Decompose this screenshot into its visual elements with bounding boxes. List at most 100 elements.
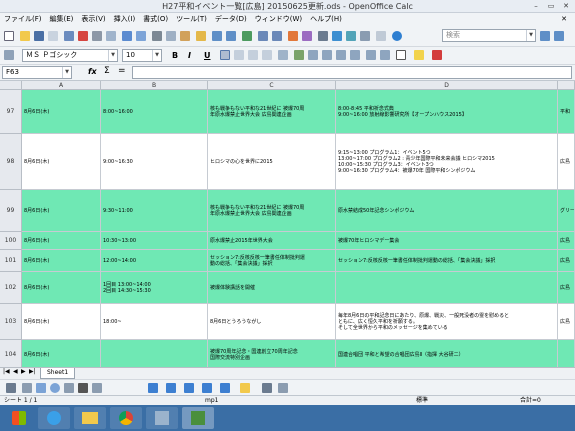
cell-c[interactable]: 核も戦争もない平和な21世紀に 被爆70周 年原水爆禁止世界大会 広島関連企画 [208, 190, 336, 232]
menu-window[interactable]: ウィンドウ(W) [251, 13, 306, 25]
cell-c[interactable]: 被爆70周年記念・国連創立70周年記念 国際交流特別企画 [208, 340, 336, 367]
sum-icon[interactable]: Σ [104, 66, 110, 76]
taskbar-chrome[interactable] [110, 407, 142, 429]
font-color-icon[interactable] [432, 50, 442, 60]
cell-d[interactable]: セッション7:反核反核一筆書任体制批判運動の総括、「集会決議」採択 [336, 250, 558, 272]
font-size-box[interactable]: 10 ▼ [122, 49, 162, 62]
cell-b[interactable]: 8:00~16:00 [101, 90, 208, 134]
cell-a[interactable]: 8月6日(木) [22, 232, 101, 250]
cell-c[interactable]: セッション7:反核反核一筆書任体制批判運 動の総括、「集会決議」採択 [208, 250, 336, 272]
menu-view[interactable]: 表示(V) [77, 13, 109, 25]
help-icon[interactable] [392, 31, 402, 41]
align-right-icon[interactable] [248, 50, 258, 60]
flowchart-icon[interactable] [202, 383, 212, 393]
autospell-icon[interactable] [136, 31, 146, 41]
background-color-icon[interactable] [414, 50, 424, 60]
cell-e[interactable]: 広島 [558, 250, 575, 272]
new-document-icon[interactable] [4, 31, 14, 41]
decrease-indent-icon[interactable] [366, 50, 376, 60]
cell-a[interactable]: 8月6日(木) [22, 90, 101, 134]
merge-cells-icon[interactable] [278, 50, 288, 60]
chart-icon[interactable] [288, 31, 298, 41]
borders-icon[interactable] [396, 50, 406, 60]
italic-button[interactable]: I [188, 49, 191, 62]
print-icon[interactable] [92, 31, 102, 41]
row-header[interactable]: 100 [0, 232, 22, 250]
column-header-a[interactable]: A [22, 81, 101, 90]
maximize-button[interactable]: ▭ [544, 1, 558, 11]
cell-e[interactable]: 広島 [558, 304, 575, 340]
delete-decimal-icon[interactable] [350, 50, 360, 60]
text-icon[interactable] [78, 383, 88, 393]
menu-data[interactable]: データ(D) [211, 13, 251, 25]
row-header[interactable]: 97 [0, 90, 22, 134]
cell-d[interactable]: 9:15~13:00 プログラム1：イベント5つ 13:00~17:00 プログ… [336, 134, 558, 190]
styles-icon[interactable] [4, 50, 14, 60]
basic-shapes-icon[interactable] [148, 383, 158, 393]
menu-file[interactable]: ファイル(F) [0, 13, 46, 25]
menu-help[interactable]: ヘルプ(H) [306, 13, 346, 25]
menu-edit[interactable]: 編集(E) [46, 13, 78, 25]
standard-format-icon[interactable] [322, 50, 332, 60]
close-button[interactable]: ✕ [559, 1, 573, 11]
cell-c[interactable]: 核も戦争もない平和な21世紀に 被爆70周 年原水爆禁止世界大会 広島関連企画 [208, 90, 336, 134]
cut-icon[interactable] [152, 31, 162, 41]
cell-a[interactable]: 8月6日(木) [22, 272, 101, 304]
select-arrow-icon[interactable] [6, 383, 16, 393]
symbol-shapes-icon[interactable] [166, 383, 176, 393]
redo-icon[interactable] [226, 31, 236, 41]
cell-c[interactable]: ヒロシマの心を世界に2015 [208, 134, 336, 190]
cell-b[interactable]: 18:00~ [101, 304, 208, 340]
row-header[interactable]: 98 [0, 134, 22, 190]
row-header[interactable]: 101 [0, 250, 22, 272]
align-center-icon[interactable] [234, 50, 244, 60]
menu-insert[interactable]: 挿入(I) [110, 13, 140, 25]
formula-input[interactable] [132, 66, 572, 79]
data-sources-icon[interactable] [360, 31, 370, 41]
cell-c[interactable]: 原水爆禁止2015年世界大会 [208, 232, 336, 250]
page-preview-icon[interactable] [106, 31, 116, 41]
cell-d[interactable]: 国連合唱団 平和と希望の合唱団広島Ⅱ（指揮 大谷研二） [336, 340, 558, 367]
column-header-d[interactable]: D [336, 81, 558, 90]
function-icon[interactable]: = [118, 66, 126, 76]
cell-a[interactable]: 8月6日(木) [22, 190, 101, 232]
cell-a[interactable]: 8月6日(木) [22, 250, 101, 272]
clone-formatting-icon[interactable] [196, 31, 206, 41]
stars-icon[interactable] [240, 383, 250, 393]
column-header-c[interactable]: C [208, 81, 336, 90]
cell-b[interactable]: 1回目 13:00~14:00 2回目 14:30~15:30 [101, 272, 208, 304]
block-arrows-icon[interactable] [184, 383, 194, 393]
line-icon[interactable] [22, 383, 32, 393]
column-header-b[interactable]: B [101, 81, 208, 90]
paste-icon[interactable] [180, 31, 190, 41]
cell-e[interactable]: グリー [558, 190, 575, 232]
cell-d[interactable]: 8:00-8:45 平和祈念式典 9:00~16:00 放射線影響研究所【オープ… [336, 90, 558, 134]
cell-d[interactable]: 毎年8月6日の平和記念日にあたり、原爆、戦災、一般死没者の霊を慰めると ともに、… [336, 304, 558, 340]
underline-button[interactable]: U [204, 49, 211, 62]
taskbar-explorer[interactable] [74, 407, 106, 429]
cell-b[interactable]: 9:00~16:30 [101, 134, 208, 190]
name-box[interactable]: F63 ▼ [2, 66, 72, 79]
rectangle-icon[interactable] [36, 383, 46, 393]
zoom-icon[interactable] [376, 31, 386, 41]
increase-indent-icon[interactable] [380, 50, 390, 60]
cell-e[interactable]: 広島 [558, 134, 575, 190]
selection-mode[interactable]: 標準 [416, 396, 428, 405]
function-wizard-icon[interactable]: fx [88, 67, 97, 76]
callouts-icon[interactable] [220, 383, 230, 393]
currency-icon[interactable] [294, 50, 304, 60]
cell-a[interactable]: 8月6日(木) [22, 134, 101, 190]
cell-d[interactable]: 被爆70年ヒロシマデー集会 [336, 232, 558, 250]
sort-ascending-icon[interactable] [258, 31, 268, 41]
navigator-icon[interactable] [332, 31, 342, 41]
cell-c[interactable]: 被爆体験講話を開催 [208, 272, 336, 304]
minimize-button[interactable]: – [529, 1, 543, 11]
find-next-icon[interactable] [554, 31, 564, 41]
cell-a[interactable]: 8月6日(木) [22, 304, 101, 340]
open-icon[interactable] [20, 31, 30, 41]
column-header-e[interactable] [558, 81, 575, 90]
cell-e[interactable]: 広島 [558, 272, 575, 304]
email-icon[interactable] [48, 31, 58, 41]
taskbar-openoffice[interactable] [182, 407, 214, 429]
taskbar-app[interactable] [146, 407, 178, 429]
